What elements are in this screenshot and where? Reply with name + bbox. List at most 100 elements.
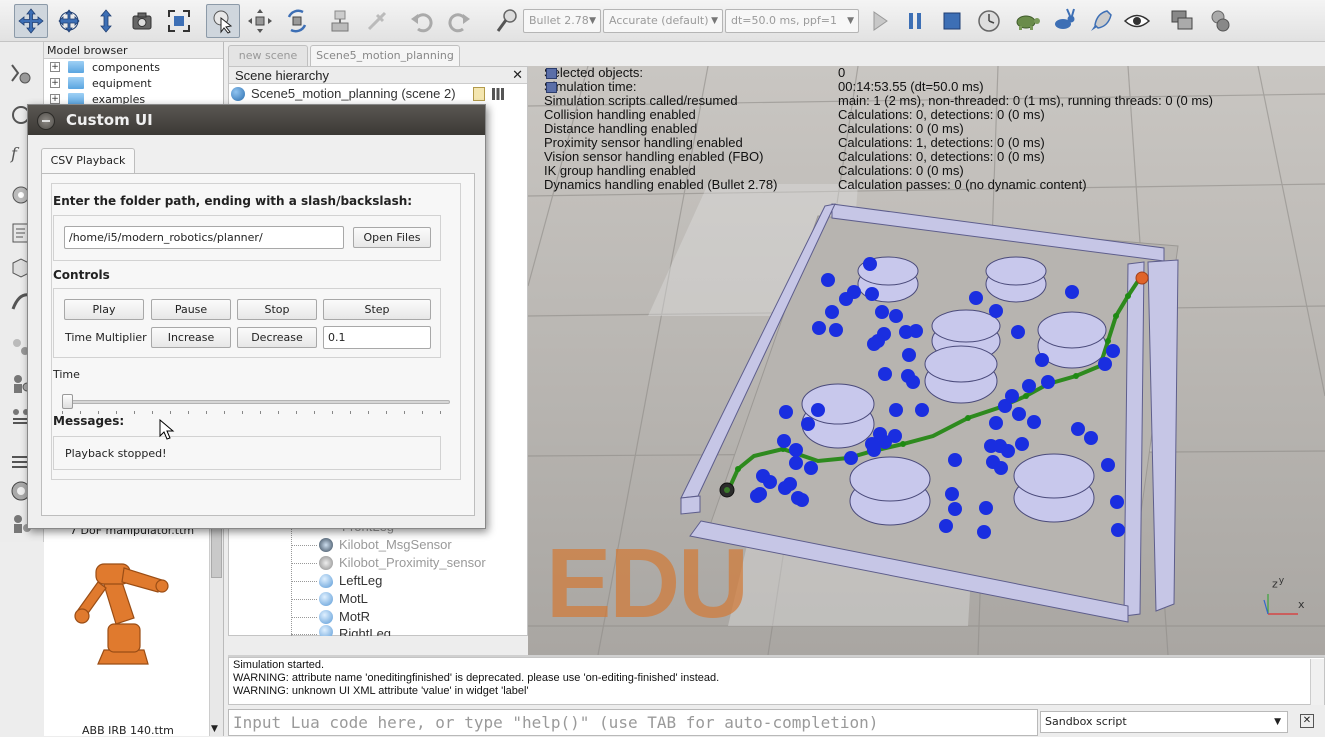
time-slider-track[interactable] xyxy=(62,400,450,404)
scrollbar-thumb[interactable] xyxy=(211,528,222,578)
abb-robot-thumbnail[interactable] xyxy=(58,552,198,672)
hierarchy-item-label: MotL xyxy=(339,591,368,606)
tab-csv-playback[interactable]: CSV Playback xyxy=(41,148,135,174)
console-line: WARNING: attribute name 'oneditingfinish… xyxy=(233,672,720,684)
slow-down-turtle-icon[interactable] xyxy=(1010,4,1044,38)
info-value: main: 1 (2 ms), non-threaded: 0 (1 ms), … xyxy=(838,93,1213,108)
proximity-sensor-icon xyxy=(319,556,333,570)
minimize-icon[interactable] xyxy=(37,112,55,130)
expand-icon[interactable]: + xyxy=(50,62,60,72)
visualization-eye-icon[interactable] xyxy=(1120,4,1154,38)
pause-simulation-icon[interactable] xyxy=(898,4,932,38)
folder-label: equipment xyxy=(92,76,152,90)
chevron-down-icon: ▼ xyxy=(589,16,596,26)
info-value: Calculations: 0, detections: 0 (0 ms) xyxy=(838,149,1045,164)
redo-icon[interactable] xyxy=(442,4,476,38)
close-icon[interactable]: ✕ xyxy=(512,69,523,82)
scene-windows-icon[interactable] xyxy=(1165,4,1199,38)
time-slider-handle[interactable] xyxy=(62,394,73,409)
scene-tabs: new scene Scene5_motion_planning xyxy=(224,42,528,66)
threaded-rendering-icon[interactable] xyxy=(1084,4,1118,38)
info-toggle-icon[interactable] xyxy=(546,68,557,79)
model-thumbnail-label[interactable]: ABB IRB 140.ttm xyxy=(82,724,174,737)
tree-branch xyxy=(291,634,317,635)
click-select-icon[interactable] xyxy=(206,4,240,38)
info-row: Selected objects: 0 xyxy=(544,66,1213,80)
info-row: Simulation time: 00:14:53.55 (dt=50.0 ms) xyxy=(544,80,1213,94)
scroll-down-icon[interactable]: ▼ xyxy=(211,724,218,734)
globe-icon xyxy=(231,87,245,101)
close-icon[interactable]: ✕ xyxy=(1300,714,1314,728)
script-icon[interactable] xyxy=(491,87,505,101)
info-value: 0 xyxy=(838,66,846,80)
console-scrollbar[interactable] xyxy=(1310,659,1324,705)
object-shift-icon[interactable] xyxy=(243,4,277,38)
hierarchy-item[interactable]: Kilobot_MsgSensor xyxy=(291,536,452,554)
axis-gizmo-labels: zy x xyxy=(1272,575,1306,611)
scene-root-label: Scene5_motion_planning (scene 2) xyxy=(251,86,456,101)
step-button[interactable]: Step xyxy=(323,299,431,320)
start-simulation-icon[interactable] xyxy=(862,4,896,38)
hierarchy-item[interactable]: Kilobot_Proximity_sensor xyxy=(291,554,486,572)
model-folder-equipment[interactable]: + equipment xyxy=(44,75,223,91)
model-browser-scrollbar[interactable]: ▼ xyxy=(209,522,223,736)
assemble-icon[interactable] xyxy=(323,4,357,38)
script-icon[interactable] xyxy=(473,87,485,101)
script-selector[interactable]: Sandbox script ▼ xyxy=(1040,711,1288,733)
time-multiplier-input[interactable]: 0.1 xyxy=(323,326,431,349)
scene-viewport[interactable]: zy x EDU Selected objects: 0 Simulation ti… xyxy=(528,66,1325,655)
folder-group: /home/i5/modern_robotics/planner/ Open F… xyxy=(53,215,441,261)
info-row: Vision sensor handling enabled (FBO) Calc… xyxy=(544,150,1213,164)
object-rotate-icon[interactable] xyxy=(280,4,314,38)
pause-button[interactable]: Pause xyxy=(151,299,231,320)
simulation-settings-icon[interactable] xyxy=(6,58,36,88)
fit-to-view-icon[interactable] xyxy=(162,4,196,38)
tab-scene5[interactable]: Scene5_motion_planning xyxy=(310,45,460,66)
info-label: Dynamics handling enabled (Bullet 2.78) xyxy=(544,177,778,192)
lua-command-input[interactable]: Input Lua code here, or type "help()" (u… xyxy=(228,709,1038,736)
toggle-dialogs-icon[interactable] xyxy=(1202,4,1236,38)
model-folder-components[interactable]: + components xyxy=(44,59,223,75)
info-label: Simulation time: xyxy=(544,79,637,94)
camera-pan-icon[interactable] xyxy=(14,4,48,38)
dynamics-accuracy-select[interactable]: Accurate (default) ▼ xyxy=(603,9,723,33)
hierarchy-item[interactable]: LeftLeg xyxy=(291,572,382,590)
script-selector-label: Sandbox script xyxy=(1045,715,1127,728)
play-button[interactable]: Play xyxy=(64,299,144,320)
hierarchy-item[interactable]: MotR xyxy=(291,608,370,626)
physics-engine-select[interactable]: Bullet 2.78 ▼ xyxy=(523,9,601,33)
folder-path-heading: Enter the folder path, ending with a sla… xyxy=(53,194,413,208)
dynamics-settings-icon[interactable] xyxy=(490,4,524,38)
transfer-dna-icon[interactable] xyxy=(360,4,394,38)
info-row: Collision handling enabled Calculations: … xyxy=(544,108,1213,122)
hierarchy-item-label: MotR xyxy=(339,609,371,624)
expand-icon[interactable]: + xyxy=(50,78,60,88)
dialog-titlebar[interactable]: Custom UI xyxy=(28,105,485,135)
increase-button[interactable]: Increase xyxy=(151,327,231,348)
folder-path-input[interactable]: /home/i5/modern_robotics/planner/ xyxy=(64,226,344,249)
real-time-clock-icon[interactable] xyxy=(972,4,1006,38)
camera-shift-icon[interactable] xyxy=(89,4,123,38)
info-toggle-icon[interactable] xyxy=(546,82,557,93)
hierarchy-item[interactable]: RightLeg xyxy=(291,625,391,636)
tab-new-scene[interactable]: new scene xyxy=(228,45,308,66)
stop-button[interactable]: Stop xyxy=(237,299,317,320)
decrease-button[interactable]: Decrease xyxy=(237,327,317,348)
simulation-timestep-select[interactable]: dt=50.0 ms, ppf=1 ▼ xyxy=(725,9,859,33)
svg-text:f: f xyxy=(10,144,20,163)
info-row: Dynamics handling enabled (Bullet 2.78) C… xyxy=(544,178,1213,192)
info-row: IK group handling enabled Calculations: 0… xyxy=(544,164,1213,178)
speed-up-rabbit-icon[interactable] xyxy=(1047,4,1081,38)
main-toolbar: Bullet 2.78 ▼ Accurate (default) ▼ dt=50.0… xyxy=(0,0,1325,42)
camera-angle-icon[interactable] xyxy=(125,4,159,38)
scene-root-item[interactable]: Scene5_motion_planning (scene 2) xyxy=(231,85,456,103)
edu-watermark: EDU xyxy=(546,528,749,638)
tree-branch xyxy=(291,562,317,564)
hierarchy-item[interactable]: MotL xyxy=(291,590,368,608)
hierarchy-item-label: LeftLeg xyxy=(339,573,383,588)
stop-simulation-icon[interactable] xyxy=(935,4,969,38)
undo-icon[interactable] xyxy=(405,4,439,38)
camera-rotate-icon[interactable] xyxy=(52,4,86,38)
expand-icon[interactable]: + xyxy=(50,94,60,104)
open-files-button[interactable]: Open Files xyxy=(353,227,431,248)
